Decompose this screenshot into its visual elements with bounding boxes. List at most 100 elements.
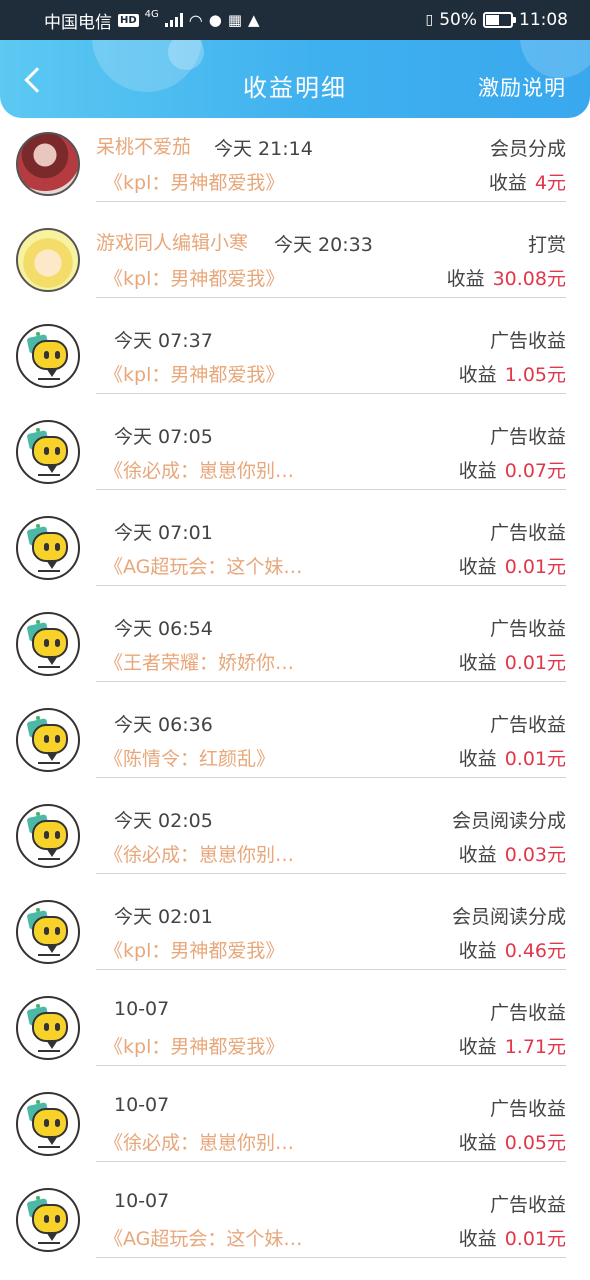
earning-amount-group: 收益 0.07元 <box>459 456 566 483</box>
line-decoration <box>38 1242 60 1244</box>
work-title-link[interactable]: 《kpl：男神都爱我》 <box>104 168 284 195</box>
earning-amount-group: 收益 0.03元 <box>459 840 566 867</box>
earning-amount: 30.08元 <box>492 268 566 290</box>
work-title-link[interactable]: 《徐必成：崽崽你别… <box>104 1128 294 1155</box>
earning-amount: 0.01元 <box>504 556 566 578</box>
work-title-link[interactable]: 《AG超玩会：这个妹… <box>104 552 302 579</box>
earning-record-row[interactable]: 今天 07:05 广告收益 《徐必成：崽崽你别… 收益 0.07元 <box>0 406 590 502</box>
line-decoration <box>38 762 60 764</box>
user-avatar[interactable] <box>16 900 80 964</box>
record-time: 今天 07:05 <box>114 426 213 448</box>
user-avatar[interactable] <box>16 420 80 484</box>
record-time: 今天 06:36 <box>114 714 213 736</box>
row-divider <box>96 1065 566 1066</box>
earning-record-row[interactable]: 呆桃不爱茄 今天 21:14 会员分成 《kpl：男神都爱我》 收益 4元 <box>0 118 590 214</box>
earning-amount: 4元 <box>534 172 566 194</box>
earning-amount: 1.05元 <box>504 364 566 386</box>
earning-amount-group: 收益 0.01元 <box>459 552 566 579</box>
row-divider <box>96 681 566 682</box>
work-title-link[interactable]: 《徐必成：崽崽你别… <box>104 840 294 867</box>
earning-amount-group: 收益 30.08元 <box>447 264 566 291</box>
user-avatar[interactable] <box>16 612 80 676</box>
bubble-tail-decoration <box>46 1040 58 1049</box>
user-avatar[interactable] <box>16 324 80 388</box>
chat-bubble-face-icon <box>32 1012 68 1042</box>
line-decoration <box>38 474 60 476</box>
earning-label: 收益 <box>458 1132 497 1154</box>
status-bar: 中国电信 HD 4G ◠ ● ▦ ▲ ▯ 50% 11:08 <box>0 0 590 40</box>
earning-amount: 0.07元 <box>504 460 566 482</box>
earning-amount: 1.71元 <box>504 1036 566 1058</box>
bubble-tail-decoration <box>46 656 58 665</box>
work-title-link[interactable]: 《kpl：男神都爱我》 <box>104 264 284 291</box>
earning-record-row[interactable]: 游戏同人编辑小寒 今天 20:33 打赏 《kpl：男神都爱我》 收益 30.08元 <box>0 214 590 310</box>
vibrate-icon: ▯ <box>425 12 434 28</box>
earning-record-row[interactable]: 今天 02:05 会员阅读分成 《徐必成：崽崽你别… 收益 0.03元 <box>0 790 590 886</box>
incentive-info-link[interactable]: 激励说明 <box>478 72 566 102</box>
work-title-link[interactable]: 《陈情令：红颜乱》 <box>104 744 275 771</box>
user-avatar[interactable] <box>16 804 80 868</box>
earning-amount-group: 收益 1.71元 <box>459 1032 566 1059</box>
reader-nickname[interactable]: 呆桃不爱茄 <box>96 132 191 159</box>
earning-type: 广告收益 <box>489 618 566 640</box>
earning-record-row[interactable]: 10-07 广告收益 《AG超玩会：这个妹… 收益 0.01元 <box>0 1174 590 1270</box>
earning-label: 收益 <box>458 364 497 386</box>
earning-label: 收益 <box>458 748 497 770</box>
user-avatar[interactable] <box>16 708 80 772</box>
clock: 11:08 <box>519 10 568 30</box>
network-type: 4G <box>144 8 159 20</box>
user-avatar[interactable] <box>16 1188 80 1252</box>
earning-type: 会员阅读分成 <box>451 906 566 928</box>
status-right: ▯ 50% 11:08 <box>425 10 568 30</box>
earning-type: 打赏 <box>527 234 566 256</box>
earning-amount-group: 收益 1.05元 <box>459 360 566 387</box>
bubble-tail-decoration <box>46 560 58 569</box>
chat-bubble-face-icon <box>32 436 68 466</box>
earning-record-row[interactable]: 今天 06:36 广告收益 《陈情令：红颜乱》 收益 0.01元 <box>0 694 590 790</box>
earning-type: 会员分成 <box>489 138 566 160</box>
earning-label: 收益 <box>458 940 497 962</box>
record-time: 今天 02:05 <box>114 810 213 832</box>
earning-record-row[interactable]: 今天 02:01 会员阅读分成《kpl：男神都爱我》 收益 0.46元 <box>0 886 590 982</box>
work-title-link[interactable]: 《kpl：男神都爱我》 <box>104 1032 284 1059</box>
line-decoration <box>38 1050 60 1052</box>
line-decoration <box>38 954 60 956</box>
chat-bubble-face-icon <box>32 628 68 658</box>
earning-record-row[interactable]: 今天 07:01 广告收益 《AG超玩会：这个妹… 收益 0.01元 <box>0 502 590 598</box>
work-title-link[interactable]: 《徐必成：崽崽你别… <box>104 456 294 483</box>
earning-record-row[interactable]: 10-07 广告收益 《徐必成：崽崽你别… 收益 0.05元 <box>0 1078 590 1174</box>
row-divider <box>96 1161 566 1162</box>
grid-app-icon: ▦ <box>227 11 243 29</box>
wechat-icon: ● <box>208 11 222 29</box>
user-avatar[interactable] <box>16 132 80 196</box>
line-decoration <box>38 570 60 572</box>
line-decoration <box>38 378 60 380</box>
bubble-tail-decoration <box>46 1232 58 1241</box>
user-avatar[interactable] <box>16 228 80 292</box>
row-divider <box>96 777 566 778</box>
earning-record-row[interactable]: 今天 06:54 广告收益 《王者荣耀：娇娇你… 收益 0.01元 <box>0 598 590 694</box>
earning-record-row[interactable]: 10-07 广告收益 《kpl：男神都爱我》 收益 1.71元 <box>0 982 590 1078</box>
earning-label: 收益 <box>458 652 497 674</box>
record-time: 今天 02:01 <box>114 906 213 928</box>
row-divider <box>96 1257 566 1258</box>
earning-record-row[interactable]: 今天 07:37 广告收益 《kpl：男神都爱我》 收益 1.05元 <box>0 310 590 406</box>
user-avatar[interactable] <box>16 516 80 580</box>
work-title-link[interactable]: 《kpl：男神都爱我》 <box>104 360 284 387</box>
bubble-tail-decoration <box>46 752 58 761</box>
earning-amount-group: 收益 0.46元 <box>459 936 566 963</box>
earning-amount: 0.05元 <box>504 1132 566 1154</box>
work-title-link[interactable]: 《王者荣耀：娇娇你… <box>104 648 294 675</box>
record-time: 10-07 <box>114 998 170 1020</box>
bubble-tail-decoration <box>46 944 58 953</box>
work-title-link[interactable]: 《AG超玩会：这个妹… <box>104 1224 302 1251</box>
earning-type: 广告收益 <box>489 1194 566 1216</box>
record-time: 今天 06:54 <box>114 618 213 640</box>
row-divider <box>96 873 566 874</box>
record-time: 今天 07:37 <box>114 330 213 352</box>
reader-nickname[interactable]: 游戏同人编辑小寒 <box>96 228 248 255</box>
bubble-tail-decoration <box>46 464 58 473</box>
work-title-link[interactable]: 《kpl：男神都爱我》 <box>104 936 284 963</box>
user-avatar[interactable] <box>16 1092 80 1156</box>
user-avatar[interactable] <box>16 996 80 1060</box>
